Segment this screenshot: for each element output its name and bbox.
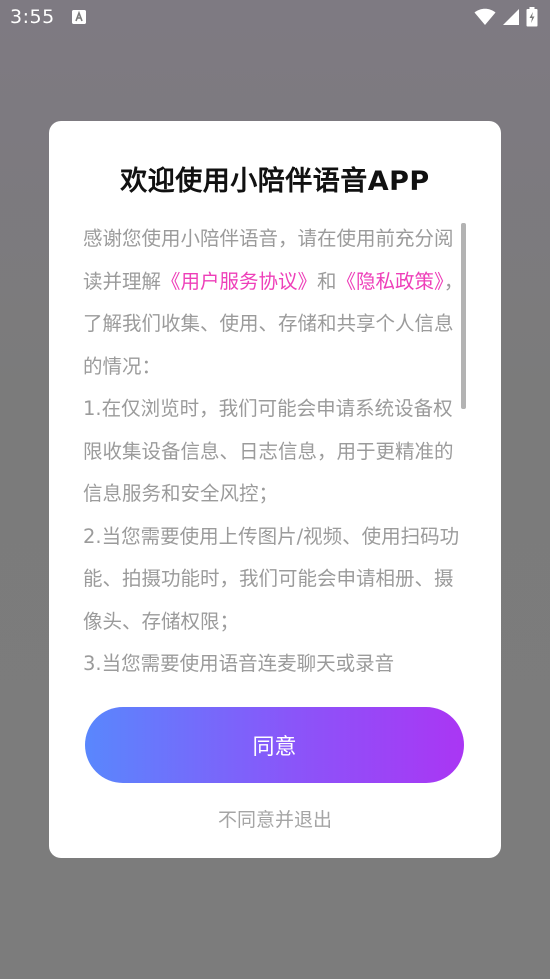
status-time: 3:55 — [10, 6, 55, 28]
signal-icon — [502, 8, 520, 30]
disagree-exit-button[interactable]: 不同意并退出 — [49, 805, 501, 832]
dialog-title: 欢迎使用小陪伴语音APP — [120, 166, 430, 197]
a-icon — [72, 10, 86, 24]
content-scrollbar[interactable] — [461, 223, 466, 409]
battery-icon — [526, 7, 538, 31]
user-agreement-link[interactable]: 《用户服务协议》 — [161, 270, 317, 293]
privacy-policy-link[interactable]: 《隐私政策》 — [337, 270, 444, 293]
agree-button[interactable]: 同意 — [85, 707, 464, 783]
agreement-item-2: 2.当您需要使用上传图片/视频、使用扫码功能、拍摄功能时，我们可能会申请相册、摄… — [83, 524, 460, 633]
agreement-text: 感谢您使用小陪伴语音，请在使用前充分阅读并理解《用户服务协议》和《隐私政策》，了… — [83, 218, 465, 684]
privacy-dialog: 欢迎使用小陪伴语音APP 感谢您使用小陪伴语音，请在使用前充分阅读并理解《用户服… — [49, 121, 501, 858]
status-icons — [474, 7, 538, 31]
agreement-item-1: 1.在仅浏览时，我们可能会申请系统设备权限收集设备信息、日志信息，用于更精准的信… — [83, 397, 454, 505]
wifi-icon — [474, 8, 496, 30]
screen-background: 3:55 欢迎使用小陪伴语音APP 感谢您使用小陪伴语音，请在使用前充分阅读并理… — [0, 0, 550, 979]
intro-and: 和 — [317, 269, 337, 293]
status-bar: 3:55 — [0, 0, 550, 36]
agreement-intro: 感谢您使用小陪伴语音，请在使用前充分阅读并理解《用户服务协议》和《隐私政策》，了… — [83, 218, 465, 388]
agreement-content-scroll[interactable]: 感谢您使用小陪伴语音，请在使用前充分阅读并理解《用户服务协议》和《隐私政策》，了… — [83, 218, 465, 684]
agreement-item-3: 3.当您需要使用语音连麦聊天或录音 — [83, 652, 395, 675]
